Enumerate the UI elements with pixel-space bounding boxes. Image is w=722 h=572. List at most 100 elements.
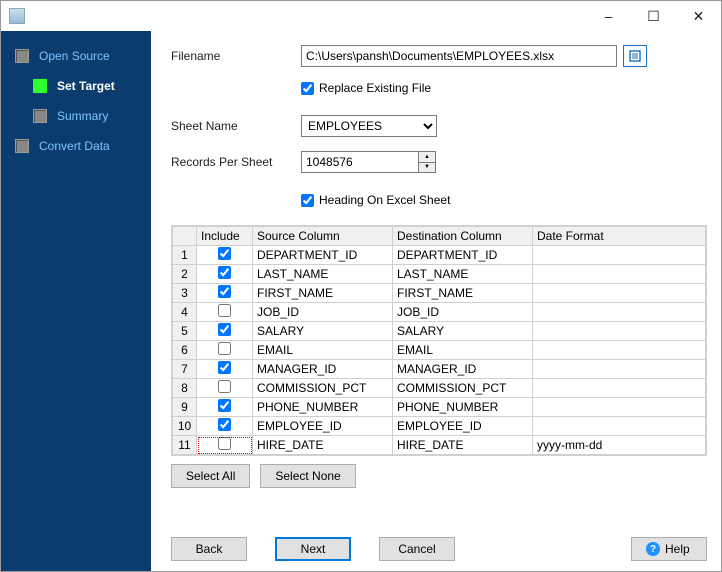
include-checkbox[interactable]	[218, 285, 231, 298]
spinner-up-icon[interactable]: ▲	[419, 152, 435, 163]
heading-checkbox[interactable]: Heading On Excel Sheet	[301, 193, 450, 207]
include-cell[interactable]	[197, 436, 253, 455]
cancel-button[interactable]: Cancel	[379, 537, 455, 561]
include-checkbox[interactable]	[218, 399, 231, 412]
back-button[interactable]: Back	[171, 537, 247, 561]
include-checkbox[interactable]	[218, 437, 231, 450]
nav-item-open-source[interactable]: Open Source	[1, 41, 151, 71]
nav-item-set-target[interactable]: Set Target	[19, 71, 151, 101]
row-index[interactable]: 10	[173, 417, 197, 436]
records-per-sheet-spinner[interactable]: ▲ ▼	[419, 151, 436, 173]
col-header-source[interactable]: Source Column	[253, 227, 393, 246]
source-cell[interactable]: LAST_NAME	[253, 265, 393, 284]
dest-cell[interactable]: PHONE_NUMBER	[393, 398, 533, 417]
datefmt-cell[interactable]: yyyy-mm-dd	[533, 436, 706, 455]
source-cell[interactable]: JOB_ID	[253, 303, 393, 322]
source-cell[interactable]: PHONE_NUMBER	[253, 398, 393, 417]
datefmt-cell[interactable]	[533, 360, 706, 379]
col-header-include[interactable]: Include	[197, 227, 253, 246]
sheet-name-combo[interactable]: EMPLOYEES	[301, 115, 437, 137]
select-none-button[interactable]: Select None	[260, 464, 355, 488]
include-checkbox[interactable]	[218, 266, 231, 279]
include-checkbox[interactable]	[218, 247, 231, 260]
row-index[interactable]: 11	[173, 436, 197, 455]
next-button[interactable]: Next	[275, 537, 351, 561]
dest-cell[interactable]: SALARY	[393, 322, 533, 341]
col-header-dest[interactable]: Destination Column	[393, 227, 533, 246]
source-cell[interactable]: EMPLOYEE_ID	[253, 417, 393, 436]
nav-item-summary[interactable]: Summary	[19, 101, 151, 131]
include-checkbox[interactable]	[218, 323, 231, 336]
dest-cell[interactable]: LAST_NAME	[393, 265, 533, 284]
row-index[interactable]: 2	[173, 265, 197, 284]
dest-cell[interactable]: JOB_ID	[393, 303, 533, 322]
source-cell[interactable]: DEPARTMENT_ID	[253, 246, 393, 265]
close-button[interactable]: ✕	[676, 1, 721, 31]
dest-cell[interactable]: EMPLOYEE_ID	[393, 417, 533, 436]
datefmt-cell[interactable]	[533, 398, 706, 417]
datefmt-cell[interactable]	[533, 322, 706, 341]
dest-cell[interactable]: FIRST_NAME	[393, 284, 533, 303]
table-row[interactable]: 8 COMMISSION_PCTCOMMISSION_PCT	[173, 379, 706, 398]
table-row[interactable]: 9 PHONE_NUMBERPHONE_NUMBER	[173, 398, 706, 417]
include-cell[interactable]	[197, 246, 253, 265]
records-per-sheet-input[interactable]	[301, 151, 419, 173]
table-row[interactable]: 11HIRE_DATEHIRE_DATEyyyy-mm-dd	[173, 436, 706, 455]
datefmt-cell[interactable]	[533, 379, 706, 398]
include-cell[interactable]	[197, 322, 253, 341]
datefmt-cell[interactable]	[533, 284, 706, 303]
select-all-button[interactable]: Select All	[171, 464, 250, 488]
source-cell[interactable]: SALARY	[253, 322, 393, 341]
browse-button[interactable]	[623, 45, 647, 67]
dest-cell[interactable]: MANAGER_ID	[393, 360, 533, 379]
include-cell[interactable]	[197, 379, 253, 398]
include-cell[interactable]	[197, 417, 253, 436]
include-cell[interactable]	[197, 360, 253, 379]
table-row[interactable]: 5 SALARYSALARY	[173, 322, 706, 341]
include-checkbox[interactable]	[218, 418, 231, 431]
row-index[interactable]: 4	[173, 303, 197, 322]
minimize-button[interactable]: –	[586, 1, 631, 31]
row-index[interactable]: 9	[173, 398, 197, 417]
table-row[interactable]: 1 DEPARTMENT_IDDEPARTMENT_ID	[173, 246, 706, 265]
row-index[interactable]: 8	[173, 379, 197, 398]
source-cell[interactable]: COMMISSION_PCT	[253, 379, 393, 398]
include-checkbox[interactable]	[218, 361, 231, 374]
include-cell[interactable]	[197, 341, 253, 360]
include-checkbox[interactable]	[218, 342, 231, 355]
row-index[interactable]: 1	[173, 246, 197, 265]
table-row[interactable]: 4 JOB_IDJOB_ID	[173, 303, 706, 322]
include-checkbox[interactable]	[218, 380, 231, 393]
datefmt-cell[interactable]	[533, 303, 706, 322]
row-index[interactable]: 3	[173, 284, 197, 303]
filename-input[interactable]	[301, 45, 617, 67]
include-cell[interactable]	[197, 284, 253, 303]
table-row[interactable]: 10 EMPLOYEE_IDEMPLOYEE_ID	[173, 417, 706, 436]
include-cell[interactable]	[197, 303, 253, 322]
row-index[interactable]: 5	[173, 322, 197, 341]
dest-cell[interactable]: DEPARTMENT_ID	[393, 246, 533, 265]
row-index[interactable]: 7	[173, 360, 197, 379]
include-cell[interactable]	[197, 265, 253, 284]
datefmt-cell[interactable]	[533, 265, 706, 284]
datefmt-cell[interactable]	[533, 417, 706, 436]
datefmt-cell[interactable]	[533, 246, 706, 265]
row-index[interactable]: 6	[173, 341, 197, 360]
spinner-down-icon[interactable]: ▼	[419, 163, 435, 173]
col-header-datefmt[interactable]: Date Format	[533, 227, 706, 246]
help-button[interactable]: ? Help	[631, 537, 707, 561]
source-cell[interactable]: EMAIL	[253, 341, 393, 360]
dest-cell[interactable]: EMAIL	[393, 341, 533, 360]
table-row[interactable]: 3 FIRST_NAMEFIRST_NAME	[173, 284, 706, 303]
maximize-button[interactable]: ☐	[631, 1, 676, 31]
source-cell[interactable]: FIRST_NAME	[253, 284, 393, 303]
table-row[interactable]: 6 EMAILEMAIL	[173, 341, 706, 360]
nav-item-convert-data[interactable]: Convert Data	[1, 131, 151, 161]
datefmt-cell[interactable]	[533, 341, 706, 360]
source-cell[interactable]: HIRE_DATE	[253, 436, 393, 455]
table-row[interactable]: 2 LAST_NAMELAST_NAME	[173, 265, 706, 284]
source-cell[interactable]: MANAGER_ID	[253, 360, 393, 379]
dest-cell[interactable]: COMMISSION_PCT	[393, 379, 533, 398]
dest-cell[interactable]: HIRE_DATE	[393, 436, 533, 455]
replace-existing-checkbox[interactable]: Replace Existing File	[301, 81, 431, 95]
